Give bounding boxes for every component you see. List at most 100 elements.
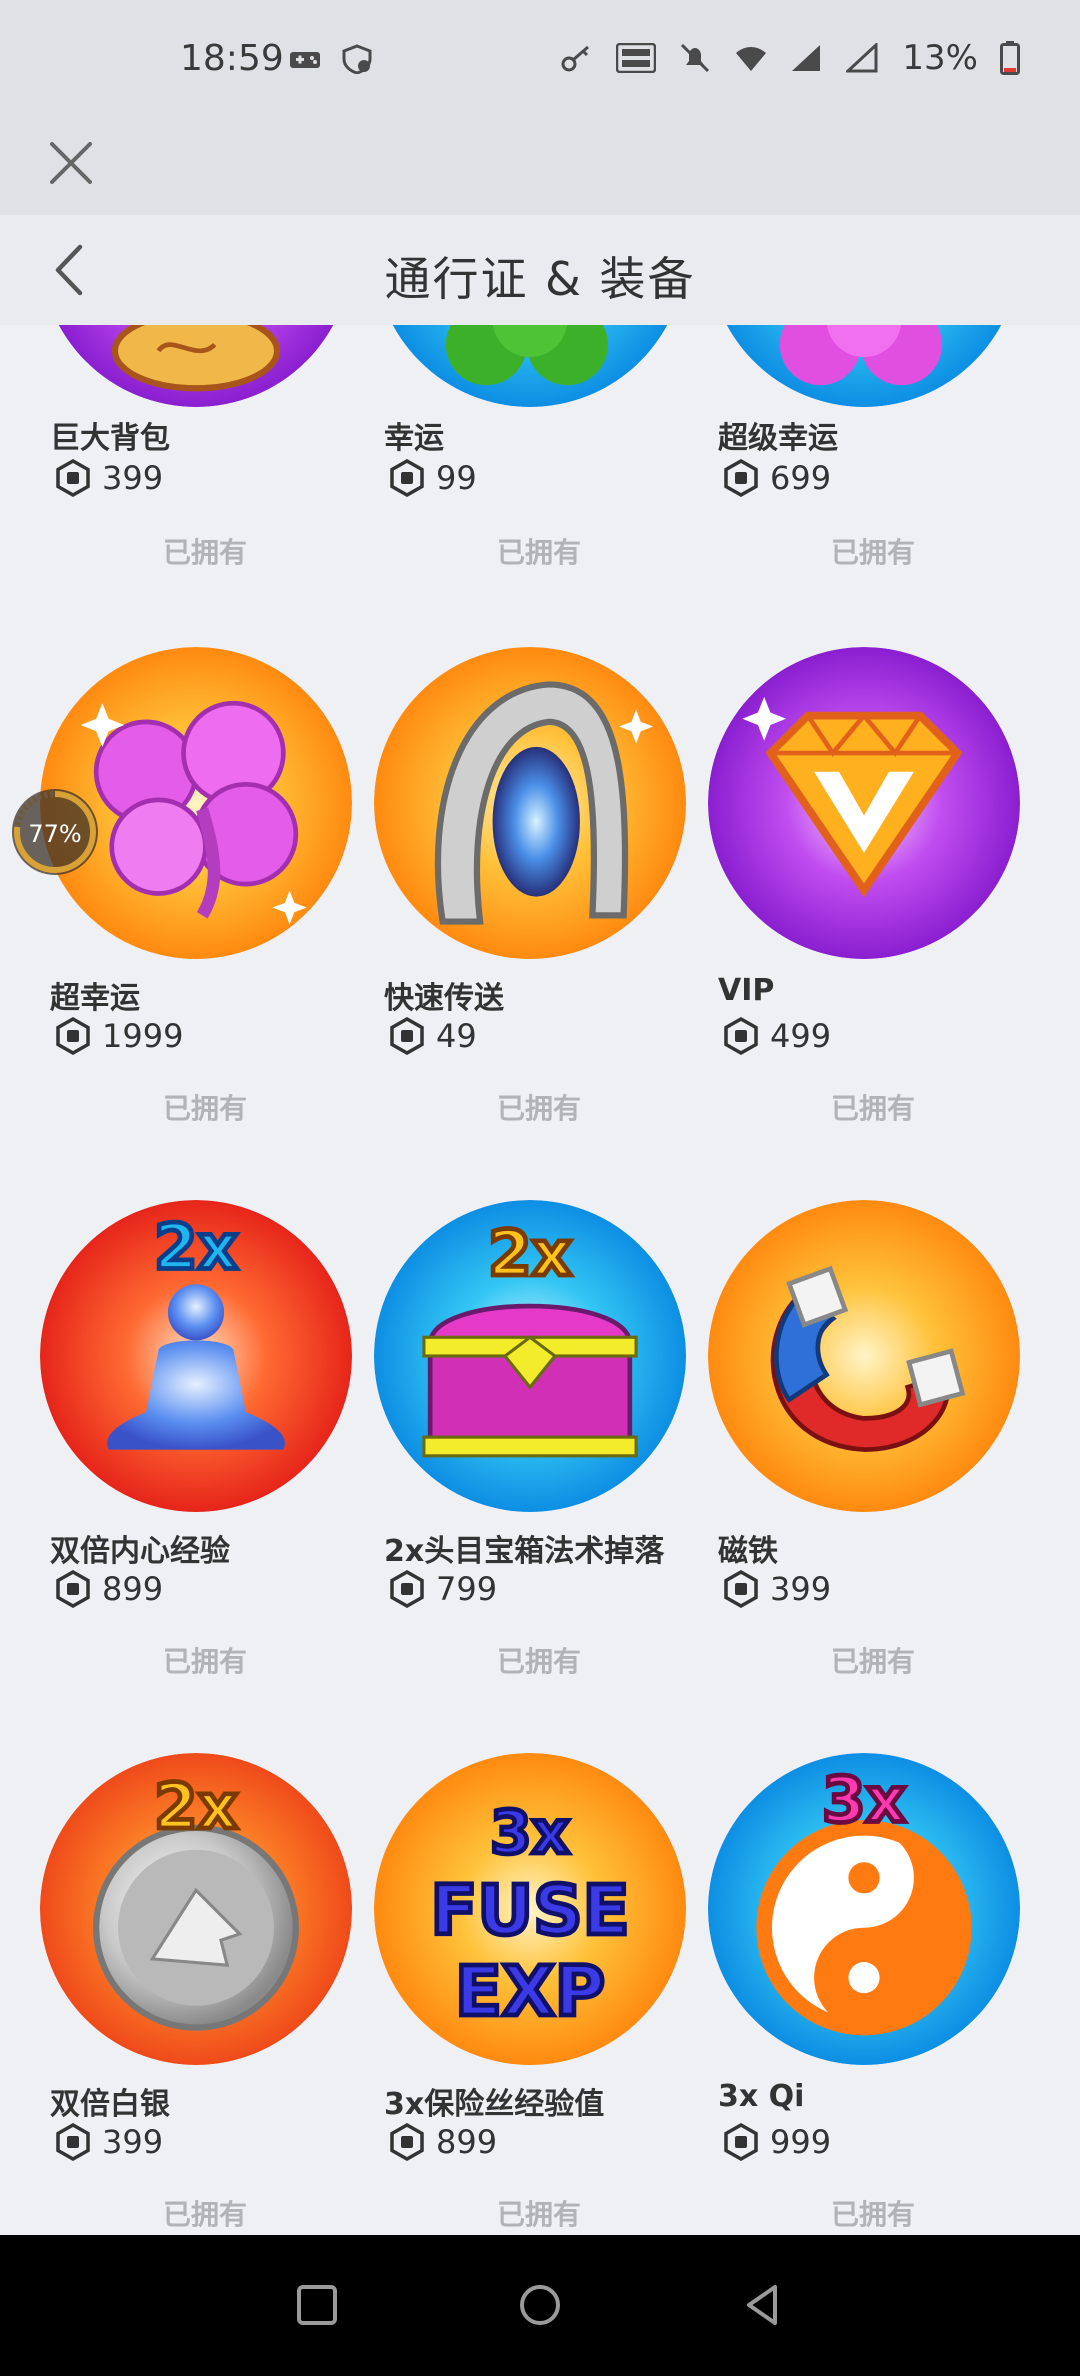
chest-2x-image: 2x [374, 1200, 686, 1512]
item-price: 699 [770, 459, 832, 497]
recents-square-icon[interactable] [287, 2275, 347, 2335]
key-icon [561, 45, 590, 72]
robux-icon [724, 2123, 758, 2161]
qi-3x-image: 3x [708, 1753, 1020, 2065]
progress-overlay[interactable]: 77% [10, 787, 100, 877]
owned-label: 已拥有 [162, 2198, 247, 2231]
item-name: 幸运 [384, 421, 444, 456]
item-name: 2x头目宝箱法术掉落 [384, 1534, 665, 1569]
robux-icon [390, 2123, 424, 2161]
fuse-label: FUSE [431, 1871, 630, 1951]
2x-label: 2x [488, 1217, 572, 1290]
owned-label: 已拥有 [162, 536, 247, 569]
robux-icon [56, 1017, 90, 1055]
item-name: 3x Qi [718, 2079, 805, 2114]
price-row: 899 [388, 2123, 497, 2161]
owned-label: 已拥有 [830, 536, 915, 569]
robux-icon [56, 1570, 90, 1608]
3x-label: 3x [822, 1764, 906, 1837]
price-row: 499 [722, 1017, 831, 1055]
signal-icon [792, 45, 821, 71]
owned-label: 已拥有 [162, 1092, 247, 1125]
robux-icon [390, 459, 424, 497]
mute-bell-icon [681, 43, 710, 73]
item-name: 双倍白银 [50, 2087, 170, 2122]
super-clover-image [708, 325, 1020, 407]
silver-2x-image: 2x [40, 1753, 352, 2065]
item-price: 999 [770, 2123, 832, 2161]
price-row: 399 [54, 2123, 163, 2161]
back-triangle-icon[interactable] [733, 2275, 793, 2335]
item-name: 超级幸运 [718, 421, 838, 456]
status-time: 18:59 [180, 38, 284, 79]
price-row: 999 [722, 2123, 831, 2161]
meditate-2x-image: 2x [40, 1200, 352, 1512]
item-price: 399 [102, 459, 164, 497]
price-row: 399 [722, 1570, 831, 1608]
item-name: 快速传送 [384, 981, 504, 1016]
owned-label: 已拥有 [830, 1645, 915, 1678]
backpack-image [40, 325, 352, 407]
shield-icon [342, 44, 372, 74]
item-name: VIP [718, 973, 775, 1008]
owned-label: 已拥有 [496, 536, 581, 569]
close-icon[interactable] [44, 136, 98, 190]
wifi-icon [736, 47, 767, 71]
exp-label: EXP [455, 1952, 605, 2032]
item-price: 1999 [102, 1017, 184, 1055]
portal-image [374, 647, 686, 959]
magnet-image [708, 1200, 1020, 1512]
item-name: 巨大背包 [50, 421, 170, 456]
item-price: 899 [102, 1570, 164, 1608]
item-price: 399 [102, 2123, 164, 2161]
price-row: 799 [388, 1570, 497, 1608]
robux-icon [56, 459, 90, 497]
price-row: 699 [722, 459, 831, 497]
owned-label: 已拥有 [496, 2198, 581, 2231]
owned-label: 已拥有 [496, 1645, 581, 1678]
close-bar [0, 120, 1080, 215]
battery-icon [1000, 41, 1020, 75]
price-row: 99 [388, 459, 477, 497]
volte-icon [616, 43, 657, 73]
item-price: 899 [436, 2123, 498, 2161]
item-price: 799 [436, 1570, 498, 1608]
item-name: 磁铁 [718, 1534, 778, 1569]
owned-label: 已拥有 [830, 2198, 915, 2231]
battery-percent: 13% [902, 38, 978, 78]
page-title: 通行证 & 装备 [384, 252, 696, 306]
robux-icon [724, 1570, 758, 1608]
item-name: 双倍内心经验 [50, 1534, 230, 1569]
item-price: 99 [436, 459, 477, 497]
price-row: 49 [388, 1017, 477, 1055]
progress-label: 77% [28, 820, 81, 848]
robux-icon [56, 2123, 90, 2161]
home-circle-icon[interactable] [510, 2275, 570, 2335]
price-row: 1999 [54, 1017, 183, 1055]
price-row: 399 [54, 459, 163, 497]
item-name: 超幸运 [50, 981, 140, 1016]
gamepad-icon [290, 52, 320, 68]
item-name: 3x保险丝经验值 [384, 2087, 605, 2122]
owned-label: 已拥有 [496, 1092, 581, 1125]
2x-label: 2x [154, 1770, 238, 1843]
fuse-exp-3x-image: 3x FUSE EXP [374, 1753, 686, 2065]
owned-label: 已拥有 [162, 1645, 247, 1678]
item-price: 499 [770, 1017, 832, 1055]
item-price: 49 [436, 1017, 477, 1055]
vip-gem-image [708, 647, 1020, 959]
robux-icon [724, 459, 758, 497]
signal-2-icon [846, 43, 878, 73]
item-price: 399 [770, 1570, 832, 1608]
3x-label: 3x [490, 1798, 569, 1867]
price-row: 899 [54, 1570, 163, 1608]
robux-icon [724, 1017, 758, 1055]
robux-icon [390, 1017, 424, 1055]
clover-image [374, 325, 686, 407]
2x-label: 2x [154, 1211, 238, 1284]
owned-label: 已拥有 [830, 1092, 915, 1125]
system-nav-bar [0, 2235, 1080, 2376]
robux-icon [390, 1570, 424, 1608]
items-grid[interactable]: 巨大背包 399 已拥有 幸运 99 已拥有 超级幸运 699 已拥有 超幸运 … [0, 325, 1080, 2235]
title-bar: 通行证 & 装备 [0, 215, 1080, 325]
